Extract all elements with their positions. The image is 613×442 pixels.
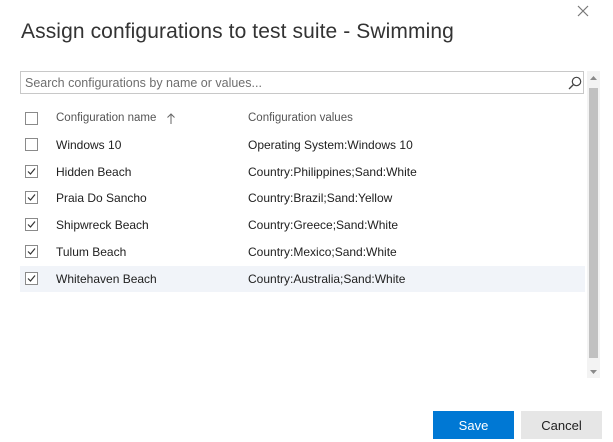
search-icon[interactable] — [567, 75, 583, 91]
save-button[interactable]: Save — [433, 411, 514, 439]
checkmark-icon — [27, 247, 36, 255]
configuration-name: Whitehaven Beach — [56, 271, 157, 286]
row-checkbox[interactable] — [25, 138, 38, 151]
table-header-row: Configuration name Configuration values — [20, 106, 585, 132]
table-row[interactable]: Whitehaven Beach Country:Australia;Sand:W… — [20, 265, 585, 292]
search-box — [20, 71, 584, 94]
arrow-up-icon — [166, 112, 176, 124]
configuration-values: Operating System:Windows 10 — [248, 138, 413, 152]
assign-configurations-dialog: Assign configurations to test suite - Sw… — [0, 0, 613, 442]
configuration-name: Praia Do Sancho — [56, 191, 147, 206]
configuration-values: Country:Brazil;Sand:Yellow — [248, 191, 393, 206]
row-checkbox[interactable] — [25, 164, 38, 178]
row-checkbox[interactable] — [25, 218, 38, 232]
checkmark-icon — [27, 221, 36, 228]
configuration-name: Windows 10 — [56, 138, 122, 152]
dialog-title: Assign configurations to test suite - Sw… — [21, 20, 454, 43]
configuration-name: Shipwreck Beach — [56, 218, 149, 233]
cancel-button[interactable]: Cancel — [521, 411, 602, 439]
select-all-checkbox[interactable] — [25, 112, 38, 125]
checkmark-icon — [27, 167, 36, 175]
column-header-name[interactable]: Configuration name — [56, 112, 156, 124]
close-icon[interactable] — [576, 4, 590, 18]
row-checkbox[interactable] — [25, 191, 38, 205]
configuration-values: Country:Mexico;Sand:White — [248, 244, 397, 259]
vertical-scrollbar[interactable] — [587, 71, 600, 378]
checkmark-icon — [27, 194, 36, 202]
column-header-values[interactable]: Configuration values — [248, 112, 353, 124]
search-input[interactable] — [25, 74, 555, 91]
configuration-values: Country:Greece;Sand:White — [248, 218, 399, 233]
configuration-name: Tulum Beach — [56, 244, 127, 259]
checkmark-icon — [27, 274, 36, 282]
table-row[interactable]: Shipwreck Beach Country:Greece;Sand:White — [20, 212, 585, 238]
table-row[interactable]: Praia Do Sancho Country:Brazil;Sand:Yello… — [20, 185, 585, 211]
table-row[interactable]: Tulum Beach Country:Mexico;Sand:White — [20, 239, 585, 265]
configuration-values: Country:Philippines;Sand:White — [248, 164, 417, 179]
row-checkbox[interactable] — [25, 271, 38, 285]
scroll-down-arrow-icon[interactable] — [587, 365, 600, 377]
configurations-table: Configuration name Configuration values … — [20, 104, 585, 294]
table-row[interactable]: Hidden Beach Country:Philippines;Sand:Whi… — [20, 159, 585, 185]
configuration-name: Hidden Beach — [56, 164, 132, 179]
configuration-values: Country:Australia;Sand:White — [248, 271, 406, 286]
table-row[interactable]: Windows 10 Operating System:Windows 10 — [20, 132, 585, 158]
scrollbar-thumb[interactable] — [589, 88, 598, 358]
scroll-up-arrow-icon[interactable] — [587, 71, 600, 83]
row-checkbox[interactable] — [25, 244, 38, 258]
